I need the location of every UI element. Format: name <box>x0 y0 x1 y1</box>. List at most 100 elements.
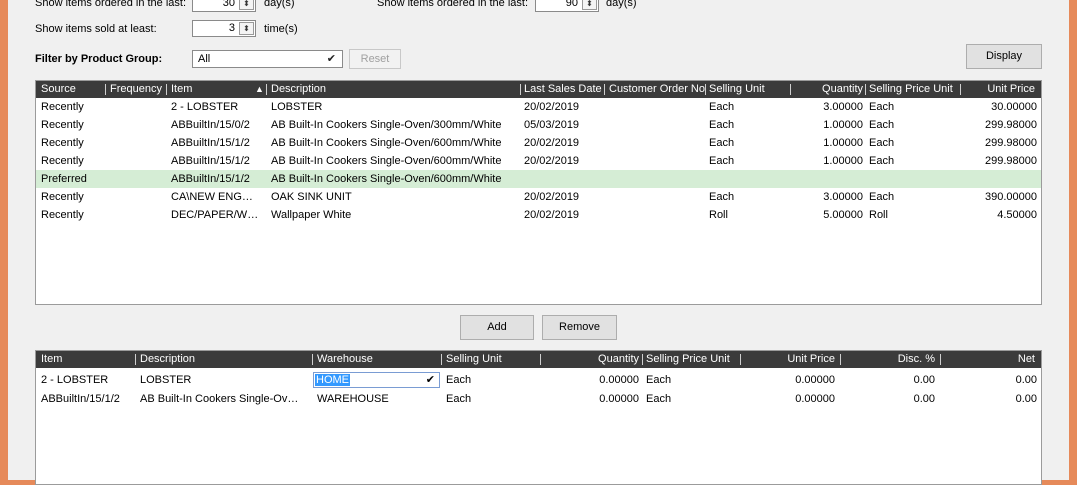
cell-unit-price: 299.98000 <box>985 137 1037 149</box>
ordered-last2-spinner[interactable]: 90 ⬍ <box>535 0 599 12</box>
cell-description: Wallpaper White <box>271 209 352 221</box>
col-separator <box>135 354 136 365</box>
col-separator <box>266 84 267 95</box>
cell-item: ABBuiltIn/15/1/2 <box>171 137 250 149</box>
spinner-arrows-icon[interactable]: ⬍ <box>239 22 254 35</box>
cell-source: Recently <box>41 155 84 167</box>
main-panel: Show items ordered in the last: 30 ⬍ day… <box>8 0 1069 485</box>
col-selling-unit[interactable]: Selling Unit <box>709 83 765 95</box>
col-customer-order-no[interactable]: Customer Order No <box>609 83 705 95</box>
col-separator <box>441 354 442 365</box>
col-last-sales-date[interactable]: Last Sales Date <box>524 83 602 95</box>
table-row[interactable]: 2 - LOBSTER LOBSTER HOME ✔ Each 0.00000 Each 0.… <box>36 371 1041 389</box>
grid-header: Source Frequency Item ▲ Description Last… <box>36 81 1041 98</box>
table-row[interactable]: ABBuiltIn/15/1/2 AB Built-In Cookers Sing… <box>36 390 1041 408</box>
cell-last-sales-date: 05/03/2019 <box>524 119 580 131</box>
col-item[interactable]: Item <box>171 83 192 95</box>
product-group-value: All <box>198 53 211 65</box>
spinner-arrows-icon[interactable]: ⬍ <box>239 0 254 10</box>
col-separator <box>865 84 866 95</box>
col-description[interactable]: Description <box>271 83 326 95</box>
col-warehouse[interactable]: Warehouse <box>317 353 373 365</box>
cell-warehouse: WAREHOUSE <box>317 393 389 405</box>
cell-net: 0.00 <box>1015 393 1037 405</box>
cell-last-sales-date: 20/02/2019 <box>524 101 580 113</box>
cell-unit-price: 299.98000 <box>985 155 1037 167</box>
table-row[interactable]: Recently CA\NEW ENG… OAK SINK UNIT 20/02/20… <box>36 188 1041 206</box>
col-selling-price-unit[interactable]: Selling Price Unit <box>646 353 730 365</box>
cell-description: AB Built-In Cookers Single-Oven/600mm/Wh… <box>271 155 502 167</box>
reset-button[interactable]: Reset <box>349 49 401 69</box>
product-group-select[interactable]: All ✔ <box>192 50 343 68</box>
col-net[interactable]: Net <box>1018 353 1035 365</box>
col-item[interactable]: Item <box>41 353 62 365</box>
col-separator <box>520 84 521 95</box>
table-row[interactable]: Preferred ABBuiltIn/15/1/2 AB Built-In Coo… <box>36 170 1041 188</box>
col-separator <box>790 84 791 95</box>
cell-last-sales-date: 20/02/2019 <box>524 209 580 221</box>
table-row[interactable]: Recently DEC/PAPER/W… Wallpaper White 20/02… <box>36 206 1041 224</box>
col-selling-price-unit[interactable]: Selling Price Unit <box>869 83 953 95</box>
spinner-arrows-icon[interactable]: ⬍ <box>582 0 597 10</box>
remove-button[interactable]: Remove <box>542 315 617 340</box>
sold-at-least-unit: time(s) <box>264 23 298 35</box>
cell-selling-price-unit: Roll <box>869 209 888 221</box>
cell-last-sales-date: 20/02/2019 <box>524 137 580 149</box>
cell-quantity: 3.00000 <box>823 101 863 113</box>
cell-source: Recently <box>41 137 84 149</box>
display-button[interactable]: Display <box>966 44 1042 69</box>
cell-source: Recently <box>41 101 84 113</box>
add-button[interactable]: Add <box>460 315 534 340</box>
col-frequency[interactable]: Frequency <box>110 83 162 95</box>
sold-at-least-value: 3 <box>228 22 235 34</box>
cell-selling-unit: Each <box>709 101 735 113</box>
cell-description: AB Built-In Cookers Single-Oven/300mm/Wh… <box>271 119 502 131</box>
col-quantity[interactable]: Quantity <box>598 353 639 365</box>
table-row[interactable]: Recently 2 - LOBSTER LOBSTER 20/02/2019 Each… <box>36 98 1041 116</box>
table-row[interactable]: Recently ABBuiltIn/15/0/2 AB Built-In Cook… <box>36 116 1041 134</box>
table-row[interactable]: Recently ABBuiltIn/15/1/2 AB Built-In Cook… <box>36 152 1041 170</box>
cell-quantity: 5.00000 <box>823 209 863 221</box>
cell-unit-price: 30.00000 <box>991 101 1037 113</box>
suggested-items-grid[interactable]: Source Frequency Item ▲ Description Last… <box>35 80 1042 305</box>
cell-unit-price: 299.98000 <box>985 119 1037 131</box>
cell-selling-unit: Each <box>709 155 735 167</box>
chevron-down-icon: ✔ <box>326 53 336 65</box>
cell-selling-price-unit: Each <box>869 119 895 131</box>
col-unit-price[interactable]: Unit Price <box>987 83 1035 95</box>
col-separator <box>705 84 706 95</box>
cell-selling-price-unit: Each <box>646 393 672 405</box>
warehouse-select[interactable]: HOME ✔ <box>313 372 440 388</box>
cell-item: ABBuiltIn/15/1/2 <box>171 173 250 185</box>
cell-selling-price-unit: Each <box>869 137 895 149</box>
col-quantity[interactable]: Quantity <box>822 83 863 95</box>
col-unit-price[interactable]: Unit Price <box>787 353 835 365</box>
ordered-last-value: 30 <box>222 0 235 9</box>
ordered-last2-unit: day(s) <box>606 0 637 9</box>
cell-source: Preferred <box>41 173 87 185</box>
col-separator <box>166 84 167 95</box>
cell-item: 2 - LOBSTER <box>41 374 109 386</box>
col-separator <box>960 84 961 95</box>
col-source[interactable]: Source <box>41 83 76 95</box>
warehouse-value: HOME <box>315 374 350 386</box>
cell-selling-price-unit: Each <box>646 374 672 386</box>
ordered-last-spinner[interactable]: 30 ⬍ <box>192 0 256 12</box>
cell-item: ABBuiltIn/15/1/2 <box>171 155 250 167</box>
table-row[interactable]: Recently ABBuiltIn/15/1/2 AB Built-In Cook… <box>36 134 1041 152</box>
ordered-last2-value: 90 <box>565 0 578 9</box>
cell-description: OAK SINK UNIT <box>271 191 352 203</box>
col-description[interactable]: Description <box>140 353 195 365</box>
cell-source: Recently <box>41 209 84 221</box>
ordered-last-label: Show items ordered in the last: <box>35 0 187 9</box>
col-selling-unit[interactable]: Selling Unit <box>446 353 502 365</box>
cell-source: Recently <box>41 119 84 131</box>
cell-disc: 0.00 <box>913 393 935 405</box>
col-disc[interactable]: Disc. % <box>898 353 935 365</box>
cell-item: ABBuiltIn/15/1/2 <box>41 393 120 405</box>
sold-at-least-spinner[interactable]: 3 ⬍ <box>192 20 256 37</box>
cell-selling-price-unit: Each <box>869 191 895 203</box>
col-separator <box>105 84 106 95</box>
col-separator <box>940 354 941 365</box>
order-lines-grid[interactable]: Item Description Warehouse Selling Unit … <box>35 350 1042 485</box>
